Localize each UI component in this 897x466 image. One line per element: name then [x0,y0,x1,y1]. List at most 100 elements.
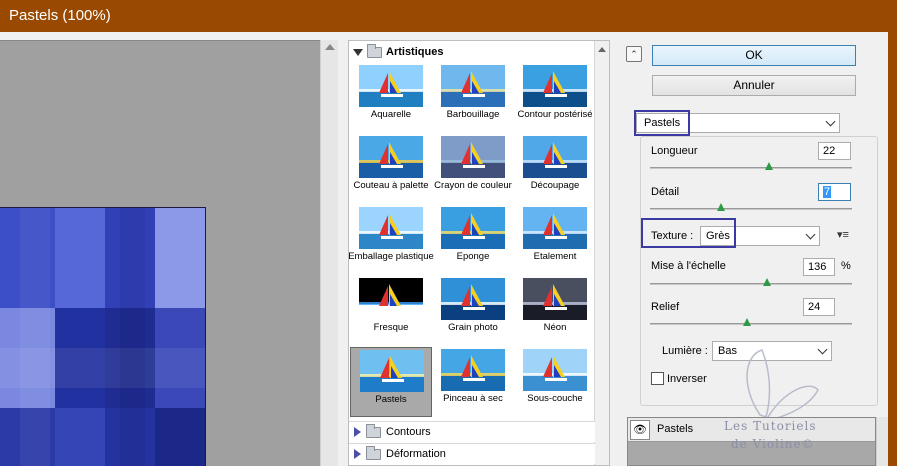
preview-scrollbar[interactable] [320,40,338,466]
detail-label: Détail [651,186,680,198]
filter-preview-image [359,65,423,107]
filter-thumb[interactable]: Grain photo [432,276,514,346]
filter-thumb[interactable]: Barbouillage [432,63,514,133]
inverser-checkbox[interactable] [651,372,664,385]
filter-gallery: Artistiques Aquarelle Barbouillage Contour… [348,40,610,466]
title-bar: Pastels (100%) [0,0,897,32]
lumiere-select-value: Bas [718,345,737,357]
layers-scrollbar[interactable] [876,417,888,466]
filter-thumb[interactable]: Pastels [350,347,432,417]
scroll-up-arrow-icon[interactable] [598,47,606,52]
scroll-up-arrow-icon[interactable] [325,44,335,50]
expand-arrow-icon[interactable] [353,48,363,56]
filter-preview-image [523,65,587,107]
window-border [888,32,897,466]
detail-input[interactable]: 7 [818,183,851,201]
watermark-line2: de Violine© [731,437,815,451]
filter-label: Grain photo [448,322,498,333]
echelle-label: Mise à l'échelle [651,260,726,272]
filter-preview-image [523,136,587,178]
eye-icon[interactable]: 👁 [630,420,650,440]
filter-preview-image [441,349,505,391]
filter-label: Barbouillage [446,109,500,120]
filter-thumb[interactable]: Eponge [432,205,514,275]
longueur-slider-thumb[interactable] [765,162,774,170]
detail-slider-thumb[interactable] [716,203,725,211]
filter-thumb[interactable]: Pinceau à sec [432,347,514,417]
filter-thumb[interactable]: Fresque [350,276,432,346]
category-label: Contours [386,426,431,438]
preview-canvas[interactable] [0,40,320,466]
folder-icon [366,445,381,460]
filter-preview-image [441,65,505,107]
chevron-down-icon [825,116,836,127]
filter-preview-image [523,349,587,391]
category-label: Déformation [386,448,446,460]
filter-preview-image [441,207,505,249]
category-header-artistiques[interactable]: Artistiques [349,41,595,63]
layer-name: Pastels [657,423,694,435]
longueur-label: Longueur [651,145,698,157]
longueur-slider-track[interactable] [650,167,852,169]
filter-thumb[interactable]: Découpage [514,134,596,204]
filter-label: Eponge [456,251,490,262]
longueur-input[interactable]: 22 [818,142,851,160]
detail-slider-track[interactable] [650,208,852,210]
relief-label: Relief [651,301,680,313]
highlight-box-texture [641,218,736,248]
relief-slider-track[interactable] [650,323,852,325]
double-chevron-up-icon: ⌃ [630,49,638,59]
filter-label: Découpage [530,180,580,191]
highlight-box-filter [634,110,690,136]
echelle-input[interactable]: 136 [803,258,835,276]
filter-label: Aquarelle [370,109,412,120]
filter-thumb[interactable]: Contour postérisé [514,63,596,133]
filter-thumb[interactable]: Couteau à palette [350,134,432,204]
filter-preview-image [359,207,423,249]
expand-arrow-icon[interactable] [354,449,361,459]
filter-thumb[interactable]: Néon [514,276,596,346]
lumiere-label: Lumière : [662,345,708,357]
filter-label: Emballage plastique [348,251,434,262]
filter-label: Néon [543,322,567,333]
filter-label: Pastels [375,394,407,405]
lumiere-select[interactable]: Bas [712,341,832,361]
echelle-slider-thumb[interactable] [763,278,772,286]
filter-label: Crayon de couleur [434,180,512,191]
collapse-gallery-button[interactable]: ⌃ [626,46,642,62]
relief-input[interactable]: 24 [803,298,835,316]
filter-label: Etalement [533,251,577,262]
filter-preview-image [359,136,423,178]
detail-input-value: 7 [823,186,832,198]
preview-image [0,207,206,466]
expand-arrow-icon[interactable] [354,427,361,437]
chevron-down-icon [817,344,828,355]
filter-preview-image [441,136,505,178]
filter-label: Fresque [373,322,409,333]
filter-label: Contour postérisé [517,109,593,120]
category-label: Artistiques [386,46,444,58]
ok-button[interactable]: OK [652,45,856,66]
filter-thumb[interactable]: Aquarelle [350,63,432,133]
filter-thumb[interactable]: Etalement [514,205,596,275]
folder-icon [367,43,382,58]
category-row-contours[interactable]: Contours [349,421,595,442]
filter-label: Sous-couche [527,393,583,404]
category-row-deformation[interactable]: Déformation [349,443,595,464]
chevron-down-icon [805,229,816,240]
filter-label: Couteau à palette [353,180,429,191]
filter-thumb[interactable]: Crayon de couleur [432,134,514,204]
filter-thumb[interactable]: Emballage plastique [348,205,434,275]
cancel-button[interactable]: Annuler [652,75,856,96]
relief-slider-thumb[interactable] [742,318,751,326]
filter-thumb[interactable]: Sous-couche [514,347,596,417]
watermark-line1: Les Tutoriels [724,419,817,433]
filter-label: Pinceau à sec [443,393,503,404]
echelle-slider-track[interactable] [650,283,852,285]
texture-menu-icon[interactable]: ▾≡ [837,228,849,241]
filter-preview-image [359,278,423,320]
echelle-unit: % [841,260,851,272]
filter-preview-image [523,278,587,320]
inverser-label: Inverser [667,373,707,385]
folder-icon [366,423,381,438]
